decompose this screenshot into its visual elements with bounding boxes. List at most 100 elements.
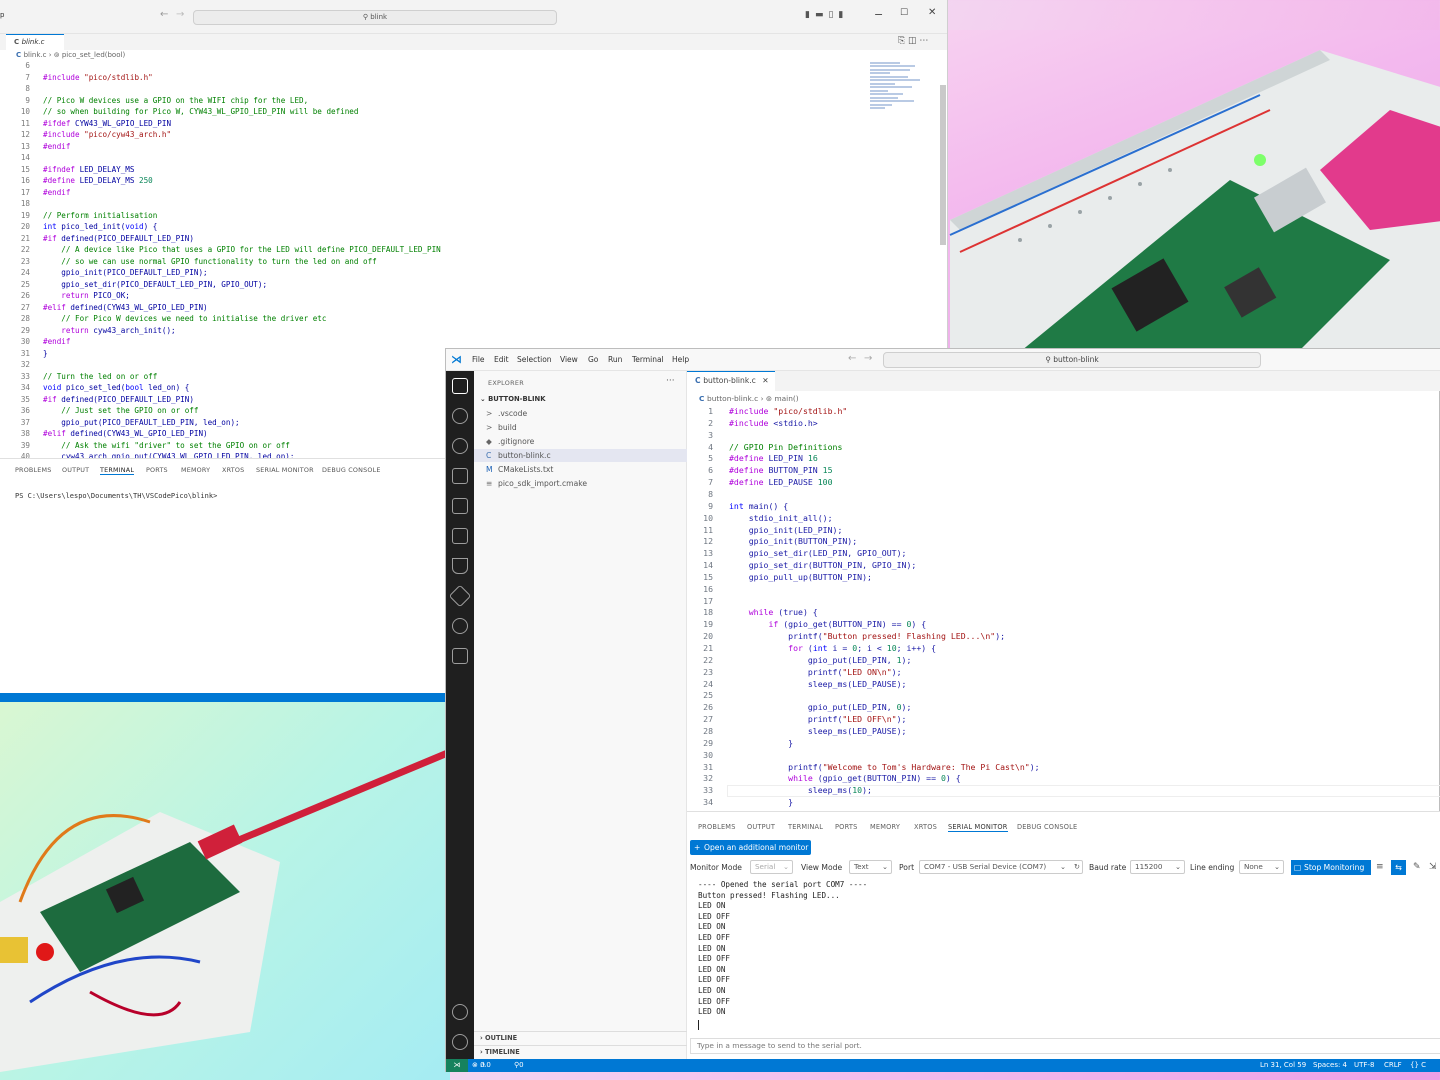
maximize-icon[interactable]: ☐	[900, 8, 908, 18]
nav-back-icon[interactable]: ←	[160, 9, 168, 20]
minimap[interactable]	[870, 60, 928, 130]
remote-indicator-icon[interactable]: ⋊	[446, 1059, 468, 1072]
line-number: 26	[20, 291, 30, 300]
breadcrumb-symbol[interactable]: pico_set_led(bool)	[62, 51, 125, 59]
menu-selection[interactable]: Selection	[517, 355, 552, 364]
file-item[interactable]: Cbutton-blink.c	[474, 449, 687, 462]
gear-icon[interactable]	[452, 1034, 468, 1050]
breadcrumb-symbol[interactable]: main()	[774, 394, 798, 403]
serial-device-icon[interactable]	[452, 648, 468, 664]
monitor-mode-select[interactable]: Serial ⌄	[750, 860, 793, 874]
layout-toggle-icons[interactable]: ▮▬▯▮	[805, 10, 848, 20]
project-folder[interactable]: ⌄ BUTTON-BLINK	[474, 393, 687, 406]
export-icon[interactable]: ⇲	[1429, 862, 1437, 872]
toggle-timestamp-icon[interactable]: ⇆	[1391, 860, 1406, 875]
nav-forward-icon[interactable]: →	[864, 353, 872, 364]
panel-tab-serial-monitor[interactable]: SERIAL MONITOR	[948, 823, 1008, 832]
cursor-position[interactable]: Ln 31, Col 59	[1260, 1059, 1306, 1072]
menu-go[interactable]: Go	[588, 355, 598, 364]
line-number: 29	[20, 325, 30, 335]
edit-icon[interactable]: ✎	[1413, 862, 1421, 872]
file-item[interactable]: > .vscode	[474, 407, 687, 420]
line-number: 31	[703, 761, 713, 772]
tab-blink-c[interactable]: C blink.c	[6, 34, 64, 50]
panel-tab-memory[interactable]: MEMORY	[181, 466, 210, 474]
file-item[interactable]: ≡ pico_sdk_import.cmake	[474, 477, 687, 490]
code-line: #define LED_PIN 16	[729, 453, 818, 464]
breadcrumb-file[interactable]: button-blink.c	[707, 394, 758, 403]
source-control-icon[interactable]	[452, 438, 468, 454]
port-select[interactable]: COM7 - USB Serial Device (COM7) ⌄ ↻	[919, 860, 1083, 874]
menu-edit[interactable]: Edit	[494, 355, 509, 364]
file-item[interactable]: ◆ .gitignore	[474, 435, 687, 448]
view-mode-select[interactable]: Text ⌄	[849, 860, 892, 874]
nav-forward-icon[interactable]: →	[176, 9, 184, 20]
run-debug-icon[interactable]	[452, 468, 468, 484]
panel-tab-serial-monitor[interactable]: SERIAL MONITOR	[256, 466, 314, 474]
open-additional-monitor-button[interactable]: + Open an additional monitor	[690, 840, 811, 855]
panel-tab-xrtos[interactable]: XRTOS	[914, 823, 937, 831]
serial-message-input[interactable]: Type in a message to send to the serial …	[690, 1038, 1440, 1054]
language-mode[interactable]: {} C	[1410, 1059, 1426, 1072]
panel-tab-debug-console[interactable]: DEBUG CONSOLE	[322, 466, 381, 474]
account-icon[interactable]	[452, 1004, 468, 1020]
tab-button-blink-c[interactable]: C button-blink.c ✕	[687, 371, 775, 391]
split-editor-icon[interactable]: ⎘ ◫ ⋯	[898, 36, 928, 46]
panel-tab-terminal[interactable]: TERMINAL	[788, 823, 823, 831]
panel-tab-output[interactable]: OUTPUT	[747, 823, 775, 831]
more-actions-icon[interactable]: ···	[666, 376, 675, 386]
timeline-section[interactable]: › TIMELINE	[474, 1045, 687, 1058]
menu-terminal[interactable]: Terminal	[632, 355, 664, 364]
line-number: 38	[20, 429, 30, 438]
outline-section[interactable]: › OUTLINE	[474, 1031, 687, 1044]
line-endings[interactable]: CRLF	[1384, 1059, 1402, 1072]
menu-help[interactable]: Help	[672, 355, 689, 364]
panel-tab-ports[interactable]: PORTS	[146, 466, 168, 474]
explorer-title: EXPLORER	[488, 379, 524, 387]
command-center-search[interactable]: ⚲ button-blink	[883, 352, 1261, 368]
cmake-icon[interactable]	[448, 584, 472, 608]
panel-tab-ports[interactable]: PORTS	[835, 823, 857, 831]
indentation[interactable]: Spaces: 4	[1313, 1059, 1347, 1072]
extensions-icon[interactable]	[452, 498, 468, 514]
panel-tab-memory[interactable]: MEMORY	[870, 823, 900, 831]
line-number: 9	[708, 500, 713, 511]
minimize-icon[interactable]: −	[874, 8, 883, 21]
problems-indicator[interactable]: ⊗ 0 ⚠ 0	[472, 1059, 491, 1072]
panel-tab-problems[interactable]: PROBLEMS	[15, 466, 51, 474]
refresh-icon[interactable]: ↻	[1074, 861, 1080, 873]
panel-tab-output[interactable]: OUTPUT	[62, 466, 89, 474]
baud-rate-select[interactable]: 115200 ⌄	[1130, 860, 1185, 874]
close-tab-icon[interactable]: ✕	[762, 376, 768, 385]
raspberry-pi-pico-icon[interactable]	[452, 618, 468, 634]
editor-scrollbar[interactable]	[940, 85, 946, 245]
close-icon[interactable]: ✕	[928, 7, 936, 18]
testing-icon[interactable]	[452, 558, 468, 574]
encoding[interactable]: UTF-8	[1354, 1059, 1374, 1072]
clear-output-icon[interactable]: ≡	[1376, 862, 1384, 872]
stop-monitoring-button[interactable]: □ Stop Monitoring	[1291, 860, 1371, 875]
menu-view[interactable]: View	[560, 355, 578, 364]
search-icon[interactable]	[452, 408, 468, 424]
command-center-search[interactable]: ⚲ blink	[193, 10, 557, 25]
menu-file[interactable]: File	[472, 355, 485, 364]
menu-run[interactable]: Run	[608, 355, 622, 364]
terminal-prompt[interactable]: PS C:\Users\lespo\Documents\TH\VSCodePic…	[15, 492, 217, 500]
title-bar: p ← → ⚲ blink ▮▬▯▮ − ☐ ✕	[0, 0, 947, 34]
panel-tab-problems[interactable]: PROBLEMS	[698, 823, 736, 831]
file-type-icon: >	[486, 409, 493, 418]
breadcrumb-file[interactable]: blink.c	[24, 51, 47, 59]
panel-tab-terminal[interactable]: TERMINAL	[100, 466, 135, 475]
code-line: printf("Button pressed! Flashing LED...\…	[729, 631, 1006, 642]
panel-tab-debug-console[interactable]: DEBUG CONSOLE	[1017, 823, 1077, 831]
code-line: #if defined(PICO_DEFAULT_LED_PIN)	[43, 233, 194, 243]
nav-back-icon[interactable]: ←	[848, 353, 856, 364]
remote-explorer-icon[interactable]	[452, 528, 468, 544]
file-item[interactable]: M CMakeLists.txt	[474, 463, 687, 476]
line-ending-select[interactable]: None ⌄	[1239, 860, 1284, 874]
line-number: 18	[703, 607, 713, 618]
explorer-icon[interactable]	[452, 378, 468, 394]
file-item[interactable]: > build	[474, 421, 687, 434]
panel-tab-xrtos[interactable]: XRTOS	[222, 466, 244, 474]
ports-indicator[interactable]: ⚲ 0	[514, 1059, 524, 1072]
